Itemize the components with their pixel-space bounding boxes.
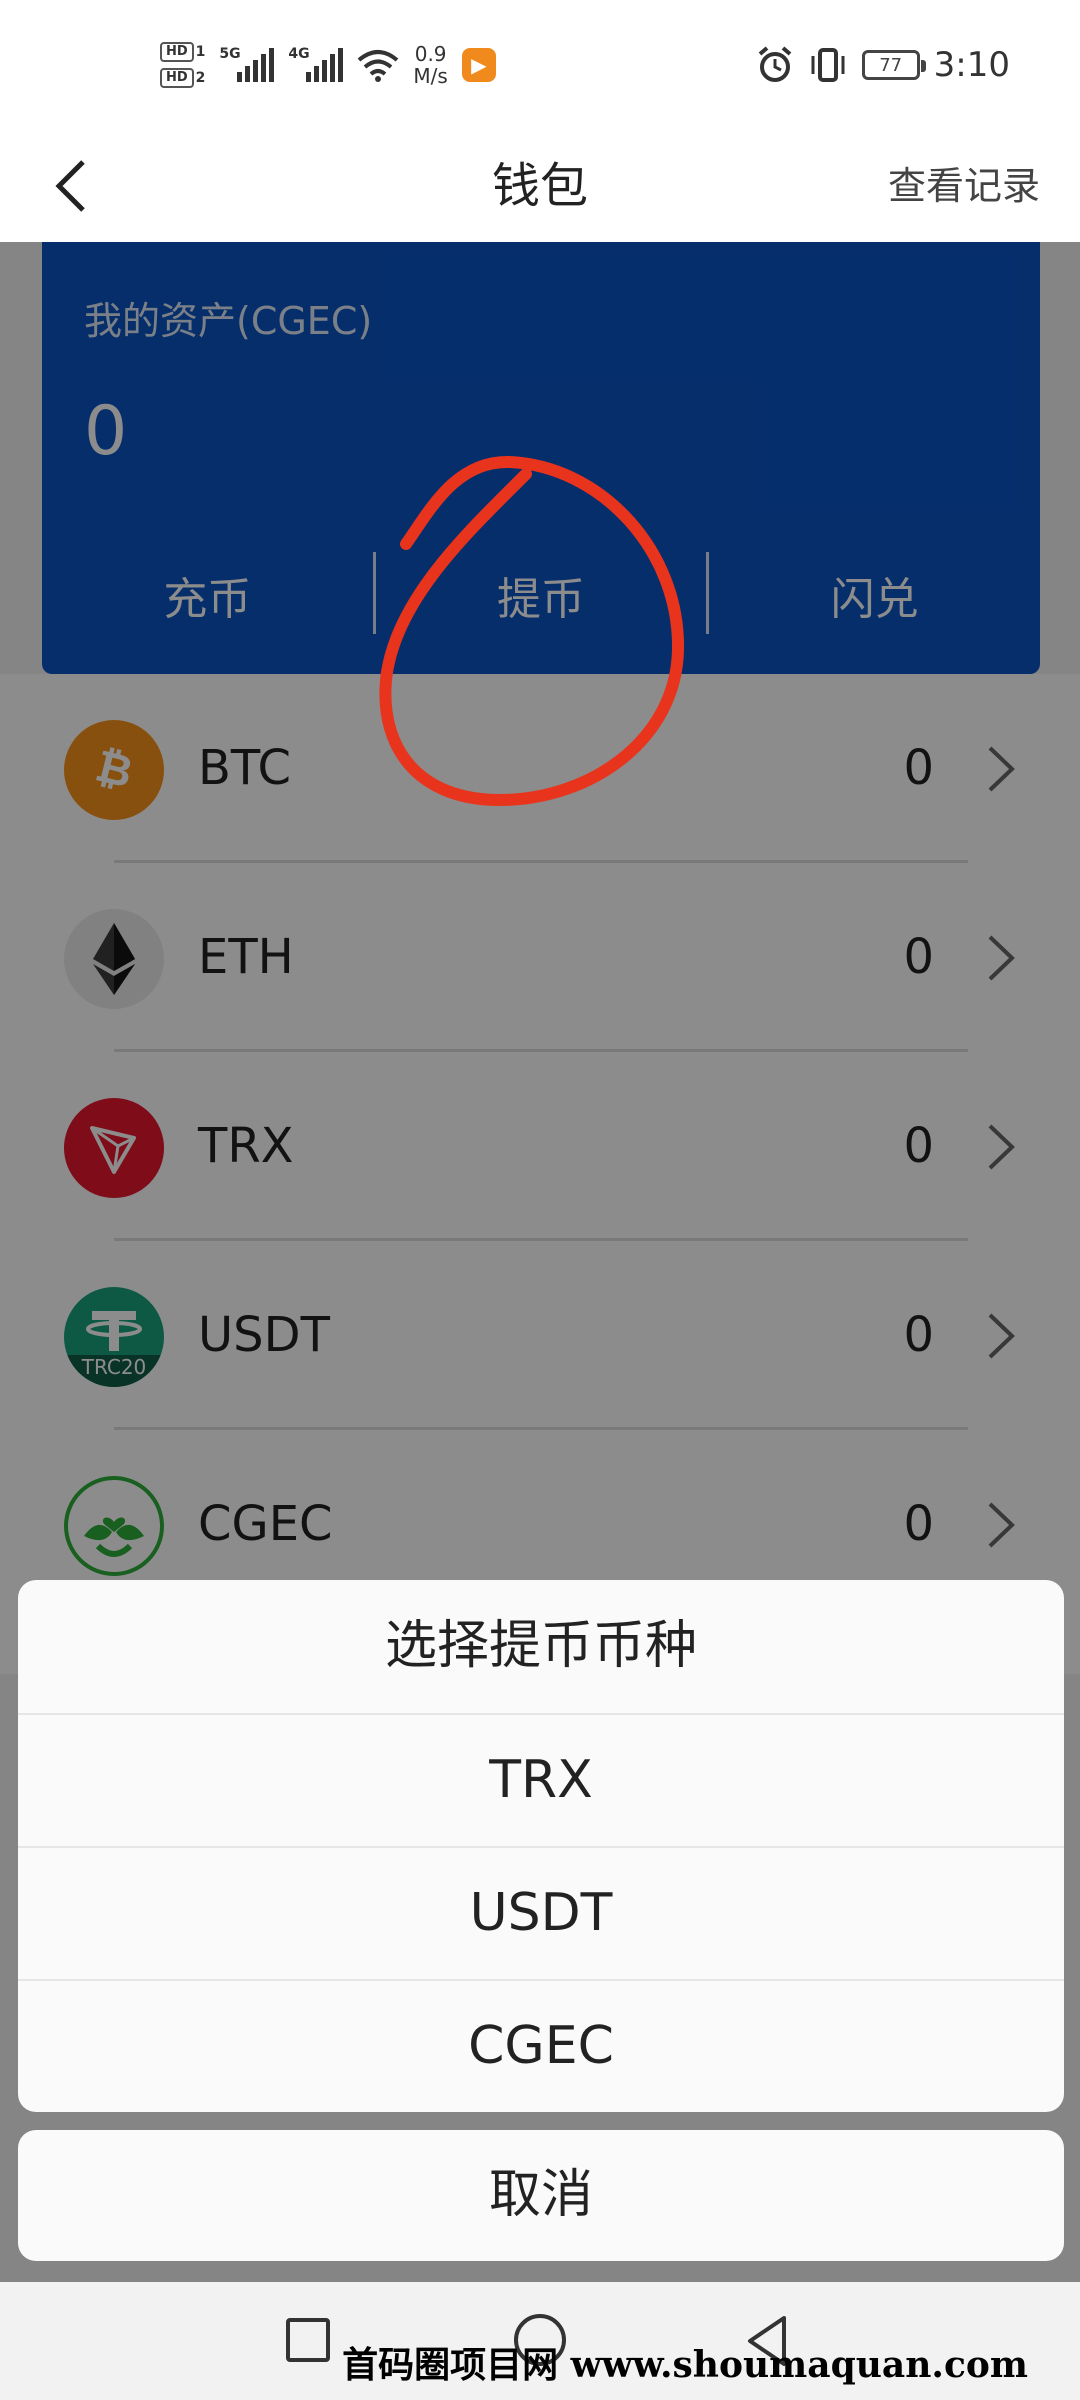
- sim-number: 2: [195, 70, 206, 86]
- alarm-icon: [758, 46, 791, 82]
- wifi-icon: [358, 50, 399, 82]
- hd-badges: HD 1 HD 2: [160, 42, 205, 88]
- sheet-option-usdt[interactable]: USDT: [18, 1848, 1064, 1981]
- status-right: 77 3:10: [756, 45, 1010, 85]
- speed-value: 0.9: [414, 42, 447, 66]
- network-type: 4G: [288, 46, 310, 62]
- battery-level: 77: [879, 54, 903, 76]
- network-speed: 0.9 M/s: [413, 43, 447, 87]
- hd-badge-1: HD 1: [160, 42, 205, 62]
- header: 钱包 查看记录: [0, 130, 1080, 242]
- watermark: 首码圈项目网 www.shoumaquan.com: [342, 2344, 1028, 2386]
- clock: 3:10: [933, 45, 1010, 85]
- video-app-icon: ▶: [461, 48, 496, 82]
- vibrate-icon: [811, 48, 845, 82]
- hd-label: HD: [160, 68, 194, 88]
- status-left: HD 1 HD 2 5G 4G 0.9 M/s ▶: [160, 42, 496, 88]
- signal-icon-2: 4G: [288, 46, 344, 82]
- sim-number: 1: [195, 44, 206, 60]
- battery-icon: 77: [861, 50, 926, 80]
- square-icon[interactable]: [286, 2318, 330, 2362]
- hd-label: HD: [160, 42, 194, 62]
- status-bar: HD 1 HD 2 5G 4G 0.9 M/s ▶ 77 3:10: [0, 0, 1080, 130]
- speed-unit: M/s: [413, 64, 448, 88]
- annotation-circle: [379, 455, 685, 807]
- sheet-option-cgec[interactable]: CGEC: [18, 1981, 1064, 2112]
- signal-icon-1: 5G: [219, 46, 275, 82]
- coin-select-sheet: 选择提币币种 TRX USDT CGEC: [18, 1580, 1064, 2112]
- sheet-title: 选择提币币种: [18, 1580, 1064, 1715]
- network-type: 5G: [219, 46, 241, 62]
- cancel-button[interactable]: 取消: [18, 2130, 1064, 2261]
- view-history-link[interactable]: 查看记录: [888, 130, 1040, 242]
- sheet-option-trx[interactable]: TRX: [18, 1715, 1064, 1848]
- hd-badge-2: HD 2: [160, 68, 205, 88]
